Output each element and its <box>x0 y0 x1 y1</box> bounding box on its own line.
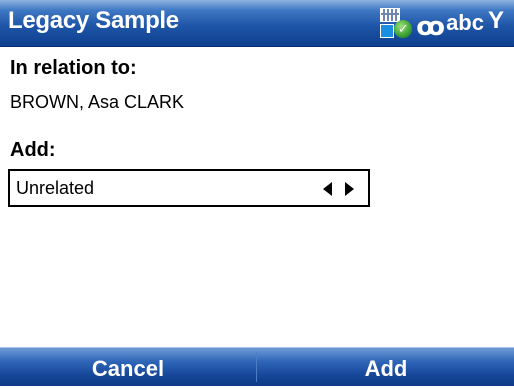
add-label: Add: <box>10 139 56 161</box>
window-title: Legacy Sample <box>8 7 179 34</box>
t9-mode-icon: ꝏ <box>416 11 445 41</box>
cancel-button[interactable]: Cancel <box>0 348 256 386</box>
document-icon <box>380 24 395 38</box>
checkmark-icon: ✓ <box>394 20 413 38</box>
relationship-picker[interactable]: Unrelated <box>8 169 370 207</box>
add-button[interactable]: Add <box>258 348 514 386</box>
arrow-right-icon[interactable] <box>345 182 354 196</box>
arrow-left-icon[interactable] <box>323 182 332 196</box>
form-content: In relation to: BROWN, Asa CLARK Add: Un… <box>0 47 514 347</box>
keyboard-grid-icon <box>380 8 401 22</box>
input-method-icon[interactable]: ✓ <box>378 6 414 40</box>
relation-label: In relation to: <box>10 57 137 79</box>
softkey-divider <box>256 352 257 382</box>
softkey-bar: Cancel Add <box>0 347 514 386</box>
title-bar: Legacy Sample ✓ ꝏ abc Y <box>0 0 514 47</box>
signal-antenna-icon: Y <box>487 7 504 34</box>
input-mode-text[interactable]: abc <box>446 11 484 35</box>
relation-person-value: BROWN, Asa CLARK <box>10 92 185 112</box>
picker-selected-value: Unrelated <box>16 178 95 198</box>
status-area: ✓ ꝏ abc Y <box>378 4 504 42</box>
